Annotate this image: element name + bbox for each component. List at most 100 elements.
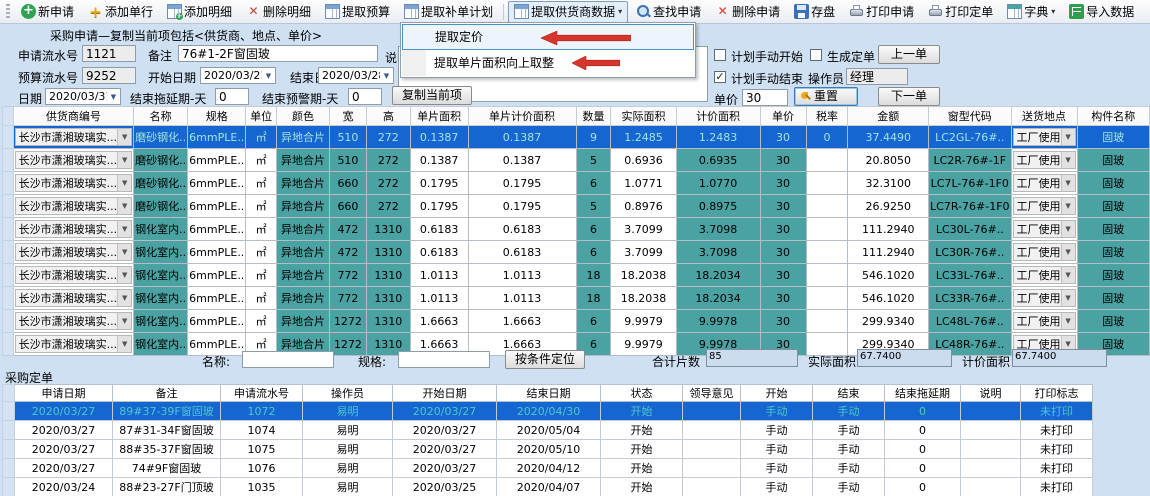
table-cell[interactable]: 异地合片 [276,287,329,310]
table-cell[interactable]: 固玻 [1077,126,1149,149]
budget-field[interactable]: 9252 [82,67,136,84]
table-cell[interactable]: 111.2940 [848,218,929,241]
start-date-combo[interactable]: 2020/03/21 ▼ [200,67,276,84]
table-cell[interactable]: 1075 [221,440,303,459]
chevron-down-icon[interactable]: ▼ [107,93,120,101]
supplier-combo[interactable]: 长沙市潇湘玻璃实...▼ [15,197,133,215]
chevron-down-icon[interactable]: ▼ [1061,129,1075,145]
table-cell[interactable]: 772 [329,264,366,287]
table-row[interactable]: 2020/03/2789#37-39F窗固玻1072易明2020/03/2720… [3,402,1093,421]
table-cell[interactable]: 0.1387 [468,126,576,149]
table-cell[interactable]: 1.2485 [611,126,676,149]
table-cell[interactable]: 开始 [601,478,683,496]
table-cell[interactable]: 2020/03/27 [393,440,497,459]
table-cell[interactable]: 长沙市潇湘玻璃实...▼ [13,126,134,149]
table-cell[interactable]: LC33L-76#.. [929,264,1011,287]
table-cell[interactable]: 30 [760,287,806,310]
table-cell[interactable]: 未打印 [1021,440,1093,459]
table-cell[interactable]: 30 [760,195,806,218]
copy-current-button[interactable]: 复制当前项 [392,86,472,105]
table-cell[interactable]: 钢化室内.. [134,241,188,264]
table-cell[interactable]: 1.0771 [611,172,676,195]
table-cell[interactable]: 32.3100 [848,172,929,195]
toolbar-button-import-data[interactable]: 导入数据 [1063,1,1140,23]
table-cell[interactable]: 长沙市潇湘玻璃实...▼ [13,172,134,195]
table-cell[interactable]: 0 [885,421,961,440]
table-cell[interactable]: 2020/03/27 [15,459,113,478]
table-cell[interactable]: 0.6183 [410,218,468,241]
delivery-location-combo[interactable]: 工厂使用▼ [1013,220,1076,238]
table-cell[interactable]: 固玻 [1077,195,1149,218]
table-cell[interactable]: 未打印 [1021,459,1093,478]
table-cell[interactable]: 18.2034 [676,287,760,310]
table-row[interactable]: 长沙市潇湘玻璃实...▼钢化室内..6mmPLE..㎡异地合片77213101.… [3,287,1150,310]
table-cell[interactable]: 1.0113 [468,287,576,310]
delivery-location-combo[interactable]: 工厂使用▼ [1013,151,1076,169]
table-cell[interactable]: 固玻 [1077,310,1149,333]
end-date-combo[interactable]: 2020/03/28 ▼ [318,67,394,84]
table-cell[interactable]: 472 [329,241,366,264]
chevron-down-icon[interactable]: ▼ [117,129,131,145]
toolbar-button-dictionary[interactable]: 字典▾ [1001,1,1061,23]
table-cell[interactable]: LC30R-76#.. [929,241,1011,264]
chevron-down-icon[interactable]: ▼ [117,267,131,283]
table-cell[interactable]: LC2R-76#-1F [929,149,1011,172]
table-cell[interactable]: 磨砂钢化.. [134,149,188,172]
table-cell[interactable]: 6mmPLE.. [188,264,246,287]
table-cell[interactable]: ㎡ [246,126,277,149]
supplier-combo[interactable]: 长沙市潇湘玻璃实...▼ [15,151,133,169]
table-cell[interactable]: 1.0113 [410,264,468,287]
table-cell[interactable]: 易明 [303,440,393,459]
table-cell[interactable]: 固玻 [1077,218,1149,241]
table-cell[interactable]: 钢化室内.. [134,264,188,287]
table-cell[interactable]: 0 [806,126,848,149]
table-cell[interactable]: 2020/04/30 [497,402,601,421]
supplier-combo[interactable]: 长沙市潇湘玻璃实...▼ [15,289,133,307]
table-cell[interactable]: 手动 [741,402,813,421]
table-cell[interactable]: 长沙市潇湘玻璃实...▼ [13,310,134,333]
operator-field[interactable]: 经理 [846,68,908,85]
chevron-down-icon[interactable]: ▼ [1061,244,1075,260]
delivery-location-combo[interactable]: 工厂使用▼ [1013,266,1076,284]
table-cell[interactable]: 2020/05/10 [497,440,601,459]
chevron-down-icon[interactable]: ▾ [618,7,622,16]
table-cell[interactable]: 易明 [303,402,393,421]
table-cell[interactable]: 0.1795 [468,172,576,195]
supplier-combo[interactable]: 长沙市潇湘玻璃实...▼ [15,220,133,238]
table-cell[interactable]: 3.7098 [676,241,760,264]
table-cell[interactable]: 18 [576,287,611,310]
table-cell[interactable]: 18.2038 [611,264,676,287]
table-cell[interactable] [806,310,848,333]
table-cell[interactable]: 30 [760,149,806,172]
toolbar-button-extract-supplement-plan[interactable]: 提取补单计划 [398,1,499,23]
table-cell[interactable] [806,241,848,264]
table-cell[interactable]: 87#31-34F窗固玻 [113,421,221,440]
table-cell[interactable]: 异地合片 [276,218,329,241]
table-cell[interactable]: 固玻 [1077,172,1149,195]
table-cell[interactable]: ㎡ [246,149,277,172]
table-cell[interactable]: 510 [329,149,366,172]
table-cell[interactable]: 钢化室内.. [134,310,188,333]
table-cell[interactable]: 易明 [303,478,393,496]
table-cell[interactable]: 2020/03/25 [393,478,497,496]
date-combo[interactable]: 2020/03/31 ▼ [45,88,121,105]
chevron-down-icon[interactable]: ▼ [117,336,131,352]
table-cell[interactable]: 磨砂钢化.. [134,126,188,149]
table-cell[interactable]: 长沙市潇湘玻璃实...▼ [13,195,134,218]
chevron-down-icon[interactable]: ▼ [117,244,131,260]
table-cell[interactable]: 长沙市潇湘玻璃实...▼ [13,149,134,172]
locate-by-condition-button[interactable]: 按条件定位 [505,350,585,369]
delivery-location-combo[interactable]: 工厂使用▼ [1013,312,1076,330]
table-cell[interactable]: 未打印 [1021,402,1093,421]
table-cell[interactable]: 长沙市潇湘玻璃实...▼ [13,287,134,310]
table-cell[interactable]: 30 [760,241,806,264]
table-cell[interactable]: 5 [576,195,611,218]
table-cell[interactable]: 工厂使用▼ [1011,310,1077,333]
table-cell[interactable]: ㎡ [246,218,277,241]
table-cell[interactable]: 1.0113 [410,287,468,310]
table-cell[interactable]: 0.1795 [468,195,576,218]
table-cell[interactable] [961,459,1021,478]
table-cell[interactable]: 1310 [366,287,410,310]
chevron-down-icon[interactable]: ▼ [1061,313,1075,329]
table-cell[interactable]: LC2GL-76#.. [929,126,1011,149]
